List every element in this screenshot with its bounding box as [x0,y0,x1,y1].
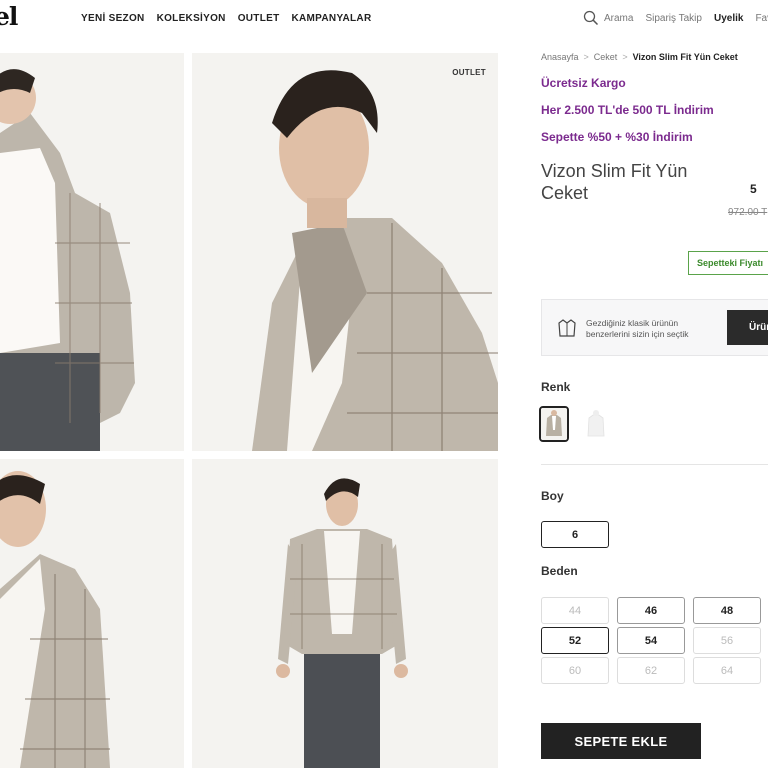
color-label: Renk [541,380,571,394]
size-option-48[interactable]: 48 [693,597,761,624]
main-nav: YENİ SEZON KOLEKSİYON OUTLET KAMPANYALAR [81,13,371,24]
promo-free-shipping[interactable]: Ücretsiz Kargo [541,76,626,90]
size-option-56: 56 [693,627,761,654]
similar-products-banner: Gezdiğiniz klasik ürünün benzerlerini si… [541,299,768,356]
length-label: Boy [541,489,564,503]
nav-campaigns[interactable]: KAMPANYALAR [292,13,372,24]
color-swatch-white[interactable] [581,406,611,442]
size-option-44: 44 [541,597,609,624]
product-old-price: 972.00 T [728,207,768,218]
order-tracking-link[interactable]: Sipariş Takip [645,13,702,24]
nav-outlet[interactable]: OUTLET [238,13,280,24]
length-option-6[interactable]: 6 [541,521,609,548]
outlet-badge: OUTLET [452,68,486,77]
nav-new-season[interactable]: YENİ SEZON [81,13,145,24]
product-photo-4[interactable] [192,459,498,768]
product-price: 5 [750,182,757,196]
nav-collection[interactable]: KOLEKSİYON [157,13,226,24]
size-option-54[interactable]: 54 [617,627,685,654]
color-swatch-vizon[interactable] [539,406,569,442]
header-utilities: Arama Sipariş Takip Uyelik Fav [583,10,768,26]
membership-link[interactable]: Uyelik [714,13,743,24]
promo-basket-discount[interactable]: Sepette %50 + %30 İndirim [541,130,693,144]
size-label: Beden [541,564,578,578]
promo-discount[interactable]: Her 2.500 TL'de 500 TL İndirim [541,103,714,117]
similar-products-button[interactable]: Ürün [727,310,768,345]
product-photo-3[interactable] [0,459,184,768]
jacket-icon [558,319,576,337]
product-title: Vizon Slim Fit Yün Ceket [541,161,688,203]
breadcrumb: Anasayfa > Ceket > Vizon Slim Fit Yün Ce… [541,52,738,62]
size-option-62: 62 [617,657,685,684]
add-to-cart-button[interactable]: SEPETE EKLE [541,723,701,759]
brand-logo[interactable]: el [0,2,18,31]
search-label: Arama [604,12,634,24]
chevron-right-icon: > [622,52,628,62]
basket-price-badge: Sepetteki Fiyatı [688,251,768,275]
size-option-60: 60 [541,657,609,684]
section-divider [541,464,768,465]
breadcrumb-home[interactable]: Anasayfa [541,52,579,62]
size-option-52[interactable]: 52 [541,627,609,654]
size-option-64: 64 [693,657,761,684]
similar-products-text: Gezdiğiniz klasik ürünün benzerlerini si… [586,318,689,339]
breadcrumb-category[interactable]: Ceket [594,52,618,62]
chevron-right-icon: > [583,52,589,62]
search-icon [583,10,599,26]
product-photo-2[interactable]: OUTLET [192,53,498,451]
search-button[interactable]: Arama [583,10,633,26]
product-photo-1[interactable] [0,53,184,451]
favorites-link[interactable]: Fav [755,13,768,24]
size-option-46[interactable]: 46 [617,597,685,624]
breadcrumb-current: Vizon Slim Fit Yün Ceket [632,52,738,62]
